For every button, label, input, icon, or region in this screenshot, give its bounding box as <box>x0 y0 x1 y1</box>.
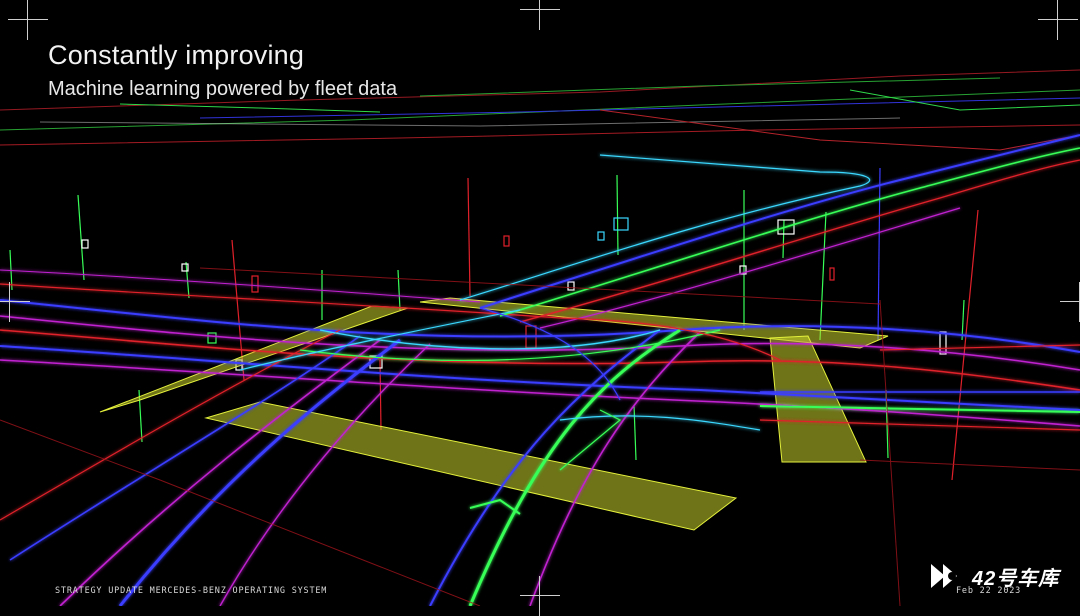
slide-subtitle: Machine learning powered by fleet data <box>48 78 398 100</box>
corner-mark <box>520 576 560 616</box>
footer-caption: STRATEGY UPDATE MERCEDES-BENZ OPERATING … <box>55 586 328 596</box>
corner-mark <box>1060 282 1080 322</box>
corner-mark <box>0 282 30 322</box>
play-arrows-logo-icon <box>931 564 957 588</box>
corner-mark <box>8 0 48 40</box>
watermark-logo: 42号车库 <box>928 558 1059 594</box>
corner-mark <box>520 0 560 30</box>
slide-title: Constantly improving <box>48 40 305 70</box>
watermark-text: 42号车库 <box>972 567 1060 590</box>
corner-mark <box>1038 0 1078 40</box>
